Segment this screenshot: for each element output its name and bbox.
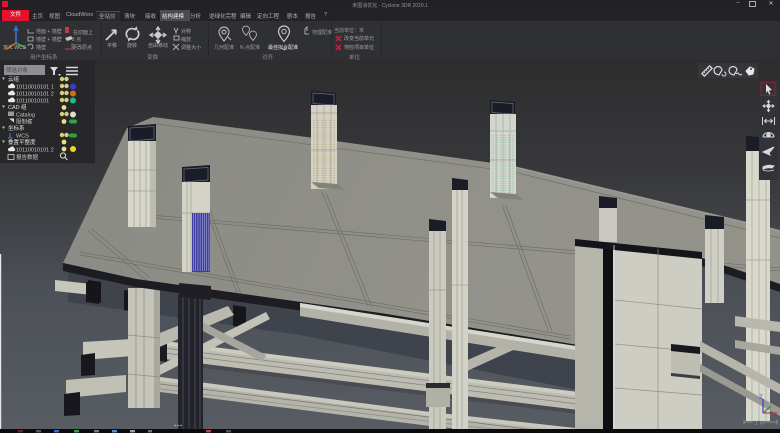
svg-text:10110010101 2: 10110010101 2 <box>16 92 54 98</box>
svg-text:Catalog: Catalog <box>16 113 35 119</box>
svg-text:坐标系: 坐标系 <box>8 124 25 132</box>
svg-text:10110010101: 10110010101 <box>16 99 49 105</box>
svg-text:10110010101 2: 10110010101 2 <box>16 148 54 154</box>
svg-text:叠置平整度: 叠置平整度 <box>8 138 36 146</box>
svg-text:限制框: 限制框 <box>16 118 33 126</box>
svg-text:云组: 云组 <box>8 75 20 83</box>
svg-text:Z: Z <box>759 395 763 401</box>
svg-text:CAD 组: CAD 组 <box>8 103 27 111</box>
svg-text:报告数据: 报告数据 <box>16 153 39 161</box>
svg-text:10110010101 1: 10110010101 1 <box>16 85 54 91</box>
svg-text:WCS: WCS <box>16 134 29 140</box>
